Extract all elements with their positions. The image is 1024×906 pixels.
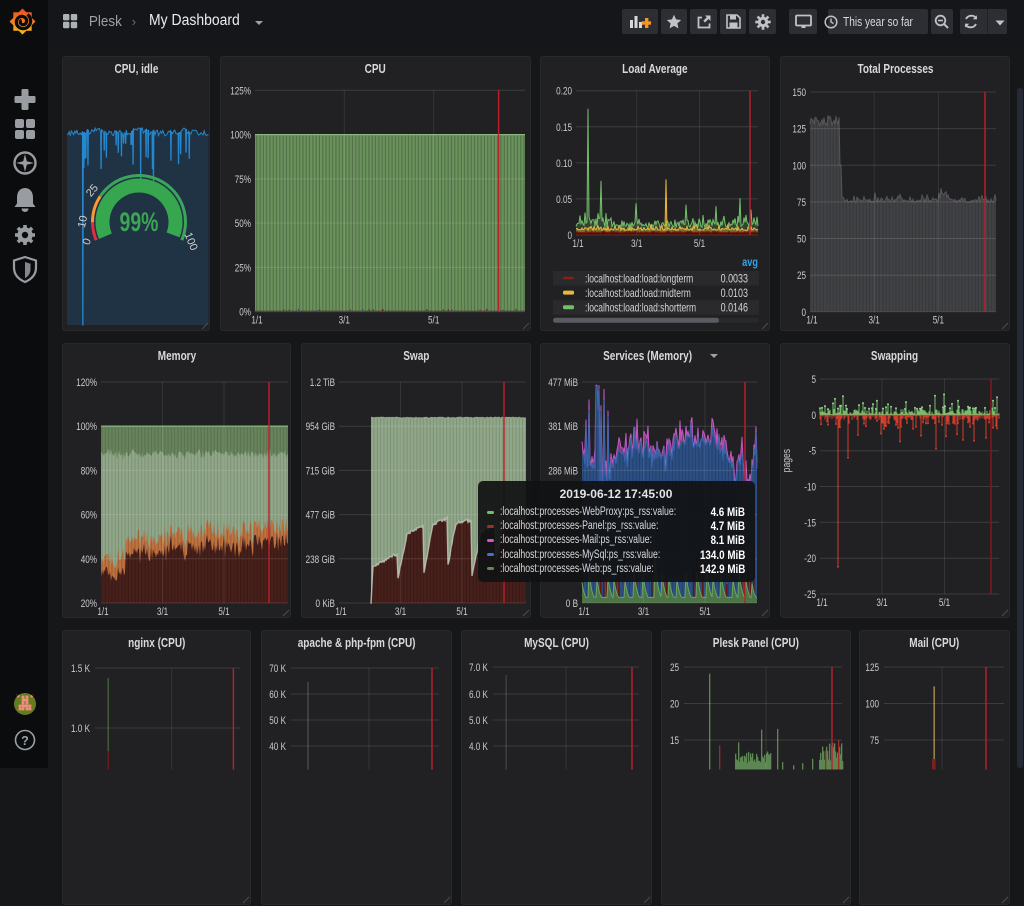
svg-text:1.2 TiB: 1.2 TiB: [310, 377, 335, 390]
svg-text:60 K: 60 K: [269, 689, 286, 702]
svg-text:381 MiB: 381 MiB: [548, 421, 578, 434]
svg-text:15: 15: [670, 735, 679, 748]
svg-text:?: ?: [21, 734, 29, 748]
svg-text:40 K: 40 K: [269, 741, 286, 754]
svg-text:125%: 125%: [230, 85, 251, 98]
svg-text:5/1: 5/1: [428, 314, 439, 327]
svg-text:150: 150: [792, 87, 806, 100]
svg-text:1/1: 1/1: [572, 238, 583, 251]
svg-text:75: 75: [870, 735, 879, 748]
svg-text:0 KiB: 0 KiB: [316, 598, 335, 611]
svg-text:99%: 99%: [120, 207, 159, 237]
svg-text:3/1: 3/1: [869, 314, 880, 327]
svg-text:3/1: 3/1: [876, 597, 887, 610]
svg-text:-10: -10: [804, 481, 816, 494]
svg-text:125: 125: [792, 124, 806, 137]
svg-text:1.0 K: 1.0 K: [71, 723, 90, 736]
svg-text:1.5 K: 1.5 K: [71, 663, 90, 676]
svg-text:3/1: 3/1: [638, 606, 649, 619]
svg-text:75%: 75%: [235, 174, 252, 187]
svg-text:60%: 60%: [81, 510, 98, 523]
svg-text:10: 10: [76, 215, 90, 229]
svg-text:7.0 K: 7.0 K: [469, 662, 488, 675]
svg-text:5/1: 5/1: [939, 597, 950, 610]
svg-text:100: 100: [792, 160, 806, 173]
svg-text:3/1: 3/1: [339, 314, 350, 327]
svg-text:-20: -20: [804, 553, 816, 566]
svg-text:25: 25: [670, 662, 679, 675]
svg-text:238 GiB: 238 GiB: [306, 554, 335, 567]
svg-text:125: 125: [865, 662, 879, 675]
svg-text:3/1: 3/1: [395, 606, 406, 619]
svg-text:20%: 20%: [81, 598, 98, 611]
svg-text:1/1: 1/1: [97, 606, 108, 619]
svg-text:100%: 100%: [230, 130, 251, 143]
svg-text:0.0146: 0.0146: [721, 303, 749, 315]
svg-text:1/1: 1/1: [335, 606, 346, 619]
svg-text:5/1: 5/1: [933, 314, 944, 327]
svg-text:-25: -25: [804, 589, 816, 602]
svg-text:1/1: 1/1: [578, 606, 589, 619]
svg-text:286 MiB: 286 MiB: [548, 465, 578, 478]
svg-text:477 GiB: 477 GiB: [306, 510, 335, 523]
svg-text:0 B: 0 B: [566, 598, 578, 611]
svg-text:3/1: 3/1: [631, 238, 642, 251]
svg-text:50 K: 50 K: [269, 715, 286, 728]
svg-text:80%: 80%: [81, 465, 98, 478]
svg-text:0: 0: [801, 307, 806, 320]
svg-text:50: 50: [797, 233, 806, 246]
svg-text:0.20: 0.20: [556, 86, 572, 99]
svg-text:5: 5: [811, 374, 816, 387]
svg-text:0.05: 0.05: [556, 194, 572, 207]
svg-text:715 GiB: 715 GiB: [306, 465, 335, 478]
svg-text:0: 0: [567, 230, 572, 243]
svg-text:100: 100: [865, 698, 879, 711]
svg-text:avg: avg: [742, 257, 758, 269]
svg-text:5/1: 5/1: [699, 606, 710, 619]
svg-text:477 MiB: 477 MiB: [548, 377, 578, 390]
svg-text:20: 20: [670, 698, 679, 711]
svg-text::localhost:load:load:midterm: :localhost:load:load:midterm: [585, 288, 691, 301]
svg-text:1/1: 1/1: [816, 597, 827, 610]
svg-text:0.0103: 0.0103: [721, 288, 749, 300]
svg-text:6.0 K: 6.0 K: [469, 689, 488, 702]
svg-text:0.15: 0.15: [556, 122, 572, 135]
svg-text::localhost:load:load:longterm: :localhost:load:load:longterm: [585, 273, 693, 286]
svg-text:0.10: 0.10: [556, 158, 572, 171]
svg-text:pages: pages: [781, 449, 793, 472]
svg-text:0%: 0%: [239, 307, 251, 320]
svg-text:5/1: 5/1: [456, 606, 467, 619]
svg-text:70 K: 70 K: [269, 663, 286, 676]
svg-text:4.0 K: 4.0 K: [469, 741, 488, 754]
svg-text:5/1: 5/1: [694, 238, 705, 251]
svg-text:0: 0: [811, 410, 816, 423]
svg-text::localhost:load:load:shortterm: :localhost:load:load:shortterm: [585, 302, 696, 315]
svg-text:25: 25: [797, 270, 806, 283]
svg-text:-5: -5: [809, 446, 816, 459]
svg-text:120%: 120%: [76, 377, 97, 390]
svg-text:1/1: 1/1: [251, 314, 262, 327]
svg-text:50%: 50%: [235, 218, 252, 231]
svg-text:0.0033: 0.0033: [721, 273, 749, 285]
svg-text:1/1: 1/1: [806, 314, 817, 327]
svg-text:-15: -15: [804, 517, 816, 530]
svg-text:75: 75: [797, 197, 806, 210]
svg-text:5.0 K: 5.0 K: [469, 715, 488, 728]
svg-text:40%: 40%: [81, 554, 98, 567]
svg-text:100%: 100%: [76, 421, 97, 434]
svg-text:3/1: 3/1: [157, 606, 168, 619]
svg-text:5/1: 5/1: [218, 606, 229, 619]
svg-text:25%: 25%: [235, 262, 252, 275]
svg-text:954 GiB: 954 GiB: [306, 421, 335, 434]
